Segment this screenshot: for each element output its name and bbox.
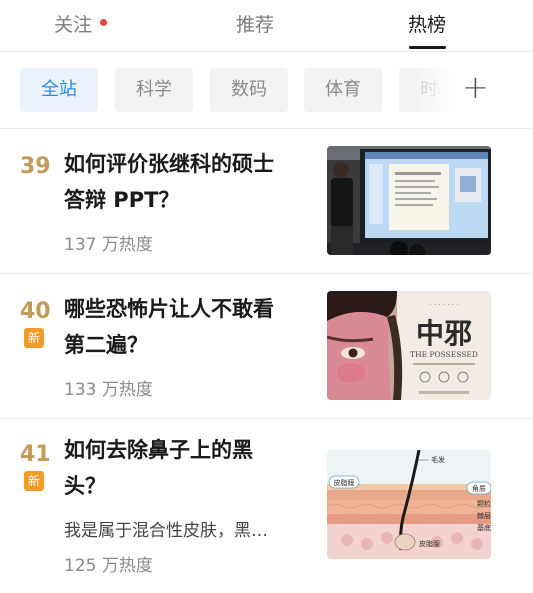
label-gland: 皮脂腺 (419, 539, 440, 548)
notification-dot (100, 19, 107, 26)
thumbnail-skin-diagram: 皮脂膜 毛发 角质 颗粒 棘层 基底 皮脂腺 (327, 450, 491, 559)
item-title-line: 答辩 PPT？ (64, 188, 180, 212)
presentation-image (327, 146, 491, 255)
rank-number: 39 (20, 154, 51, 179)
tab-follow[interactable]: 关注 (54, 10, 92, 37)
svg-text:· · · · · · ·: · · · · · · · (430, 301, 459, 309)
category-sports[interactable]: 体育 (304, 68, 382, 112)
top-tab-bar: 关注 推荐 热榜 (0, 0, 533, 52)
item-title-line: 如何评价张继科的硕士 (64, 152, 274, 176)
hot-list-item[interactable]: 41 新 如何去除鼻子上的黑 头？ 我是属于混合性皮肤，黑… 125 万热度 皮… (0, 418, 533, 593)
poster-subtitle: THE POSSESSED (410, 350, 478, 359)
thumbnail-presentation (327, 146, 491, 255)
tab-recommend[interactable]: 推荐 (236, 10, 274, 37)
item-title: 哪些恐怖片让人不敢看 第二遍？ (64, 291, 309, 363)
item-title-line: 哪些恐怖片让人不敢看 (64, 297, 274, 321)
label-particle: 颗粒 (477, 499, 491, 508)
item-title: 如何去除鼻子上的黑 头？ (64, 432, 309, 504)
category-bar: 全站 科学 数码 体育 时 + (0, 52, 533, 128)
skin-diagram-image: 皮脂膜 毛发 角质 颗粒 棘层 基底 皮脂腺 (327, 450, 491, 559)
item-title: 如何评价张继科的硕士 答辩 PPT？ (64, 146, 309, 218)
category-science[interactable]: 科学 (115, 68, 193, 112)
rank-number: 40 (20, 299, 51, 324)
category-digital[interactable]: 数码 (210, 68, 288, 112)
item-title-line: 如何去除鼻子上的黑 (64, 438, 253, 462)
category-all[interactable]: 全站 (20, 68, 98, 112)
hot-list-item[interactable]: 40 新 哪些恐怖片让人不敢看 第二遍？ 133 万热度 · · · · · ·… (0, 273, 533, 418)
label-hair: 毛发 (431, 455, 445, 464)
hot-list-item[interactable]: 39 如何评价张继科的硕士 答辩 PPT？ 137 万热度 (0, 128, 533, 273)
item-excerpt: 我是属于混合性皮肤，黑… (64, 521, 268, 541)
label-spine: 棘层 (477, 512, 491, 520)
tab-hot-list[interactable]: 热榜 (408, 10, 446, 37)
item-title-line: 第二遍？ (64, 333, 148, 357)
heat-count: 137 万热度 (64, 235, 153, 255)
rank-number: 41 (20, 442, 51, 467)
new-badge: 新 (24, 328, 44, 348)
item-title-line: 头？ (64, 474, 106, 498)
heat-count: 133 万热度 (64, 380, 153, 400)
thumbnail-movie-poster: · · · · · · · 中邪 THE POSSESSED (327, 291, 491, 400)
label-horn: 角质 (472, 484, 486, 493)
poster-image: · · · · · · · 中邪 THE POSSESSED (327, 291, 491, 400)
label-epidermis: 皮脂膜 (334, 478, 355, 487)
new-badge: 新 (24, 471, 44, 491)
heat-count: 125 万热度 (64, 556, 153, 576)
plus-icon[interactable]: + (462, 62, 489, 112)
active-tab-indicator (409, 46, 446, 49)
label-base: 基底 (477, 523, 491, 532)
poster-title: 中邪 (416, 317, 472, 350)
